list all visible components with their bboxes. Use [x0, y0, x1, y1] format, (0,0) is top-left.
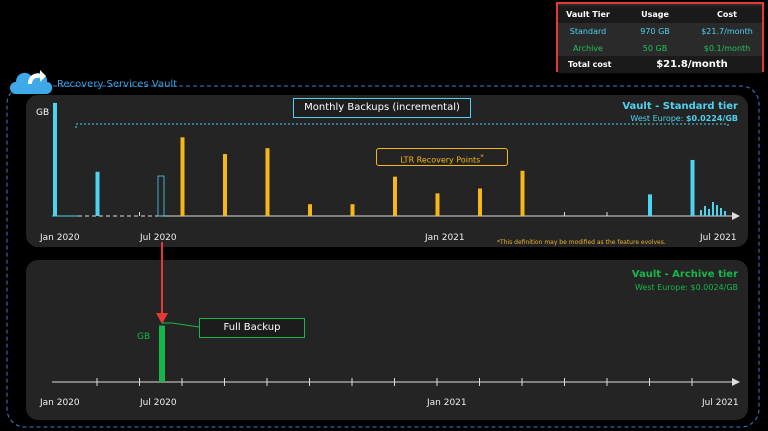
full-backup-leader: [171, 322, 200, 328]
archive-tier-chart: [52, 322, 740, 386]
archive-axis-label: Jul 2021: [702, 398, 739, 408]
archive-axis-arrow: [732, 378, 740, 386]
archive-axis-label: Jan 2020: [40, 398, 80, 408]
full-backup-bar: [159, 325, 165, 382]
archive-axis-label: Jan 2021: [427, 398, 467, 408]
archive-axis-label: Jul 2020: [140, 398, 177, 408]
